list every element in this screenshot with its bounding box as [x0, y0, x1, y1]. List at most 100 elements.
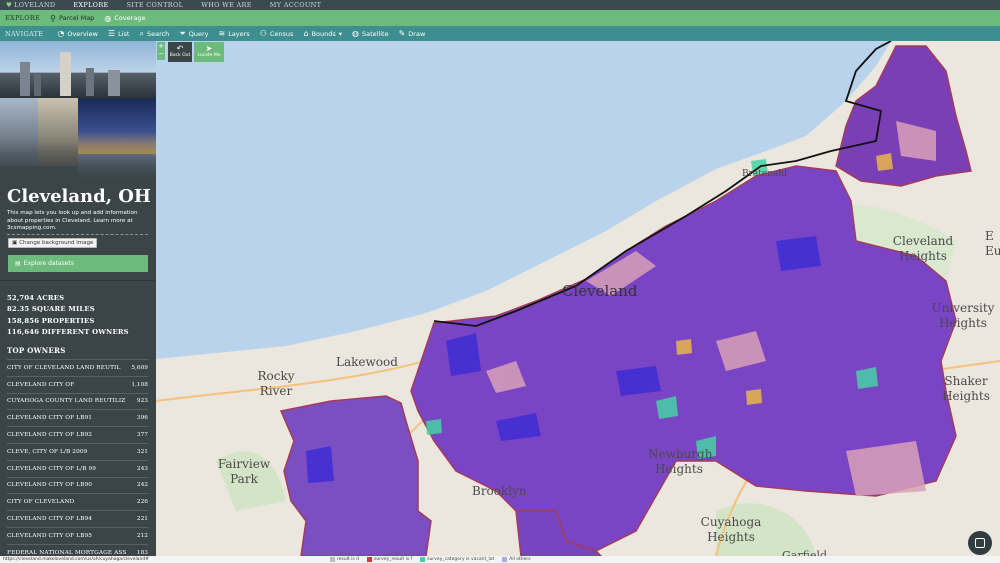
chat-button[interactable]	[968, 531, 992, 555]
explore-datasets-button[interactable]: ▤ Explore datasets	[8, 255, 148, 272]
stat-acres: 52,704 ACRES	[7, 294, 65, 302]
tab-parcel-map-label: Parcel Map	[59, 14, 95, 22]
owner-name: CLEVELAND CITY OF LB90	[7, 482, 93, 489]
change-background-button[interactable]: ▣ Change background image	[8, 238, 98, 248]
brand-link[interactable]: ♥ LOVELAND	[6, 1, 55, 9]
chevron-down-icon: ▾	[338, 29, 342, 38]
label-brooklyn: Brooklyn	[472, 484, 527, 498]
hero-fade-overlay	[0, 141, 156, 186]
owner-name: CLEVELAND CITY OF L/B 99	[7, 465, 97, 472]
nav-bounds-label: Bounds	[311, 29, 336, 38]
owner-row[interactable]: CITY OF CLEVELAND 226	[7, 493, 148, 510]
page-description: This map lets you look up and add inform…	[7, 210, 138, 232]
owner-count: 221	[136, 516, 148, 523]
owner-row[interactable]: CUYAHOGA COUNTY LAND REUTILIZ 923	[7, 392, 148, 410]
nav-query[interactable]: ⏷ Query	[179, 29, 208, 39]
owner-count: 242	[136, 482, 148, 489]
globe-icon: ◍	[104, 13, 112, 23]
navigate-label: NAVIGATE	[5, 29, 44, 38]
locate-me-label: Locate Me	[197, 53, 221, 58]
tab-parcel-map[interactable]: ⚲ Parcel Map	[50, 14, 94, 23]
pin-icon: ⚲	[50, 13, 56, 23]
owner-row[interactable]: CLEVELAND CITY OF L/B 99 243	[7, 459, 148, 477]
legend-swatch	[502, 557, 508, 562]
label-cleveland-heights: Cleveland Heights	[892, 234, 954, 263]
nav-satellite[interactable]: ◍ Satellite	[352, 29, 389, 38]
nav-census-label: Census	[269, 29, 294, 38]
owner-count: 923	[136, 398, 148, 405]
explore-label: EXPLORE	[5, 14, 41, 22]
nav-who-we-are[interactable]: WHO WE ARE	[201, 1, 252, 9]
owner-row[interactable]: CLEVELAND CITY OF LB95 212	[7, 526, 148, 544]
nav-explore[interactable]: EXPLORE	[73, 1, 108, 9]
hero-building-shape	[86, 68, 94, 96]
label-fairview-park: Fairview Park	[217, 457, 271, 486]
stat-owners: 116,646 DIFFERENT OWNERS	[7, 327, 129, 336]
tab-coverage-label: Coverage	[114, 14, 146, 22]
owner-row[interactable]: CITY OF CLEVELAND LAND REUTIL 5,609	[7, 359, 148, 376]
nav-my-account[interactable]: MY ACCOUNT	[270, 1, 321, 9]
nav-search[interactable]: ⌕ Search	[139, 29, 169, 39]
sidebar: Cleveland, OH This map lets you look up …	[0, 41, 156, 556]
map-legend: result is d survey_result is f survey_ca…	[330, 557, 531, 562]
nav-layers[interactable]: ≋ Layers	[218, 29, 249, 38]
owner-row[interactable]: CLEVELAND CITY OF LB94 221	[7, 510, 148, 527]
tab-coverage[interactable]: ◍ Coverage	[104, 14, 145, 23]
buildings-icon: ⌂	[303, 29, 309, 38]
owner-count: 183	[136, 549, 148, 556]
search-icon: ⌕	[139, 28, 144, 38]
nav-bounds[interactable]: ⌂ Bounds ▾	[303, 29, 342, 38]
legend-item[interactable]: result is d	[330, 557, 359, 562]
hero-building-shape	[34, 74, 41, 96]
hero-image-collage	[0, 41, 156, 186]
label-east-cleveland-partial: E Eu	[985, 229, 1000, 258]
list-icon: ☰	[107, 29, 116, 38]
page-title: Cleveland, OH	[7, 186, 151, 207]
legend-label: result is d	[337, 557, 360, 562]
top-owners-heading: TOP OWNERS	[7, 346, 66, 355]
owner-row[interactable]: CLEVELAND CITY OF LB91 396	[7, 409, 148, 426]
nav-list[interactable]: ☰ List	[108, 29, 130, 38]
zoom-out-button[interactable]: −	[157, 50, 165, 58]
divider	[7, 234, 148, 235]
image-icon: ▣	[12, 240, 18, 246]
owner-count: 243	[136, 465, 148, 472]
owner-count: 5,609	[131, 364, 148, 371]
map-icon: ▤	[15, 260, 21, 267]
owner-count: 321	[136, 448, 148, 455]
owner-name: CLEVELAND CITY OF	[7, 381, 75, 388]
locate-me-button[interactable]: ➤ Locate Me	[194, 42, 224, 62]
owner-row[interactable]: FEDERAL NATIONAL MORTGAGE ASS 183	[7, 543, 148, 556]
legend-item[interactable]: survey_category is vacant_lot	[420, 557, 494, 562]
nav-census[interactable]: ⚇ Census	[260, 29, 294, 38]
legend-item[interactable]: survey_result is f	[367, 557, 412, 562]
owner-name: CLEVE, CITY OF L/B 2009	[7, 448, 88, 455]
top-owners-list: CITY OF CLEVELAND LAND REUTIL 5,609 CLEVE…	[7, 359, 148, 556]
pencil-icon: ✎	[398, 29, 406, 38]
globe-icon: ◍	[351, 29, 359, 38]
pie-icon: ◔	[57, 29, 65, 38]
stat-properties: 158,856 PROPERTIES	[7, 316, 95, 325]
owner-row[interactable]: CLEVE, CITY OF L/B 2009 321	[7, 442, 148, 460]
status-url: https://cleveland.makeloveland.com/us/oh…	[3, 557, 149, 562]
owner-row[interactable]: CLEVELAND CITY OF 1,108	[7, 375, 148, 393]
label-rocky-river: Rocky River	[257, 369, 295, 398]
legend-item[interactable]: All others	[502, 557, 531, 562]
nav-overview[interactable]: ◔ Overview	[57, 29, 98, 38]
owner-count: 226	[136, 499, 148, 506]
hero-building-shape	[108, 70, 120, 96]
label-cleveland: Cleveland	[562, 282, 638, 300]
change-background-label: Change background image	[19, 240, 94, 246]
nav-layers-label: Layers	[228, 29, 250, 38]
heart-icon: ♥	[6, 1, 13, 9]
nav-draw[interactable]: ✎ Draw	[399, 29, 426, 38]
nav-site-control[interactable]: SITE CONTROL	[127, 1, 184, 9]
nav-overview-label: Overview	[67, 29, 98, 38]
owner-row[interactable]: CLEVELAND CITY OF LB90 242	[7, 476, 148, 494]
zoom-in-button[interactable]: +	[157, 42, 165, 50]
parcel-map[interactable]: + − ↶ Back Out ➤ Locate Me Cleveland Cleve…	[156, 41, 1000, 556]
back-out-button[interactable]: ↶ Back Out	[168, 42, 192, 62]
legend-label: All others	[509, 557, 531, 562]
owner-name: CITY OF CLEVELAND	[7, 499, 75, 506]
owner-row[interactable]: CLEVELAND CITY OF LB92 377	[7, 426, 148, 443]
